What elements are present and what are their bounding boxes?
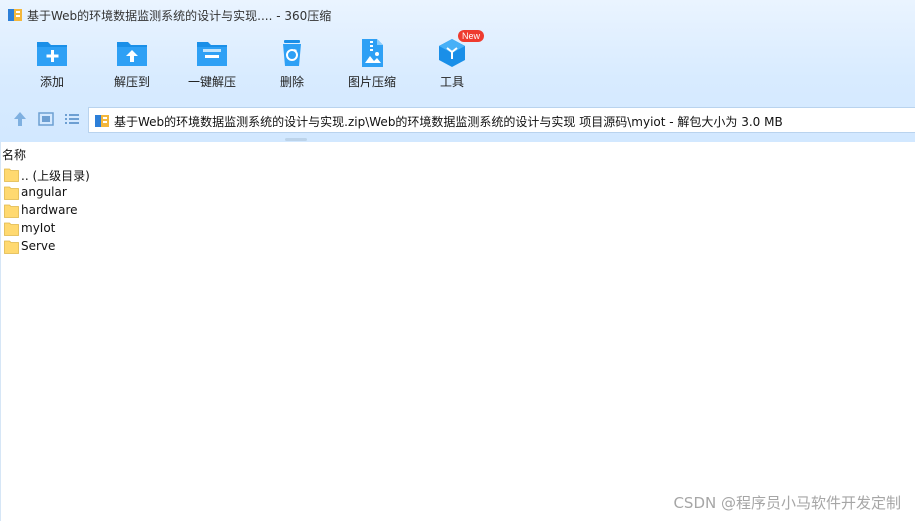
column-header-name[interactable]: 名称 <box>2 146 26 163</box>
app-icon <box>8 9 22 21</box>
list-item-myiot[interactable]: myIot <box>4 220 304 238</box>
list-item-name: hardware <box>21 203 78 217</box>
delete-button[interactable]: 删除 <box>252 34 332 96</box>
folder-icon <box>4 204 19 218</box>
folder-icon <box>4 186 19 200</box>
folder-extract-icon <box>117 42 147 66</box>
list-item-name: angular <box>21 185 67 199</box>
image-compress-button[interactable]: 图片压缩 <box>332 34 412 96</box>
list-item-hardware[interactable]: hardware <box>4 202 304 220</box>
list-item-parent-directory[interactable]: .. (上级目录) <box>4 166 304 184</box>
list-item-angular[interactable]: angular <box>4 184 304 202</box>
add-button[interactable]: 添加 <box>12 34 92 96</box>
image-compress-label: 图片压缩 <box>347 75 396 89</box>
add-label: 添加 <box>39 75 64 89</box>
up-arrow-icon[interactable] <box>10 109 30 129</box>
address-bar[interactable]: 基于Web的环境数据监测系统的设计与实现.zip\Web的环境数据监测系统的设计… <box>88 107 915 133</box>
list-item-name: .. (上级目录) <box>21 169 90 183</box>
image-compress-icon <box>362 39 383 67</box>
splitter-grip[interactable] <box>285 138 307 141</box>
thumbnail-view-icon[interactable] <box>36 109 56 129</box>
title-bar: 基于Web的环境数据监测系统的设计与实现.... - 360压缩 <box>0 0 915 30</box>
tools-button[interactable]: New 工具 <box>412 30 492 96</box>
recycle-bin-icon <box>283 40 301 66</box>
toolbar: 添加 解压到 一键解压 删除 图片压缩 New 工具 <box>0 30 915 98</box>
delete-label: 删除 <box>279 75 304 89</box>
watermark: CSDN @程序员小马软件开发定制 <box>673 494 901 512</box>
list-item-name: myIot <box>21 221 56 235</box>
archive-icon <box>95 115 109 127</box>
list-item-name: Serve <box>21 239 56 253</box>
folder-oneclick-extract-icon <box>197 42 227 66</box>
extract-to-button[interactable]: 解压到 <box>92 34 172 96</box>
folder-icon <box>4 240 19 254</box>
tools-label: 工具 <box>439 75 464 89</box>
navigation-bar: 基于Web的环境数据监测系统的设计与实现.zip\Web的环境数据监测系统的设计… <box>0 104 915 134</box>
window-title: 基于Web的环境数据监测系统的设计与实现.... - 360压缩 <box>27 9 332 23</box>
one-click-extract-button[interactable]: 一键解压 <box>172 34 252 96</box>
new-badge: New <box>458 30 485 42</box>
one-click-extract-label: 一键解压 <box>187 75 236 89</box>
folder-icon <box>4 222 19 236</box>
tools-cube-icon <box>439 39 465 67</box>
list-header: 名称 <box>0 142 915 164</box>
address-path: 基于Web的环境数据监测系统的设计与实现.zip\Web的环境数据监测系统的设计… <box>114 115 783 129</box>
list-left-border <box>0 142 1 521</box>
list-view-icon[interactable] <box>62 109 82 129</box>
extract-to-label: 解压到 <box>113 75 150 89</box>
folder-icon <box>4 168 19 182</box>
folder-add-icon <box>37 42 67 66</box>
list-item-serve[interactable]: Serve <box>4 238 304 256</box>
